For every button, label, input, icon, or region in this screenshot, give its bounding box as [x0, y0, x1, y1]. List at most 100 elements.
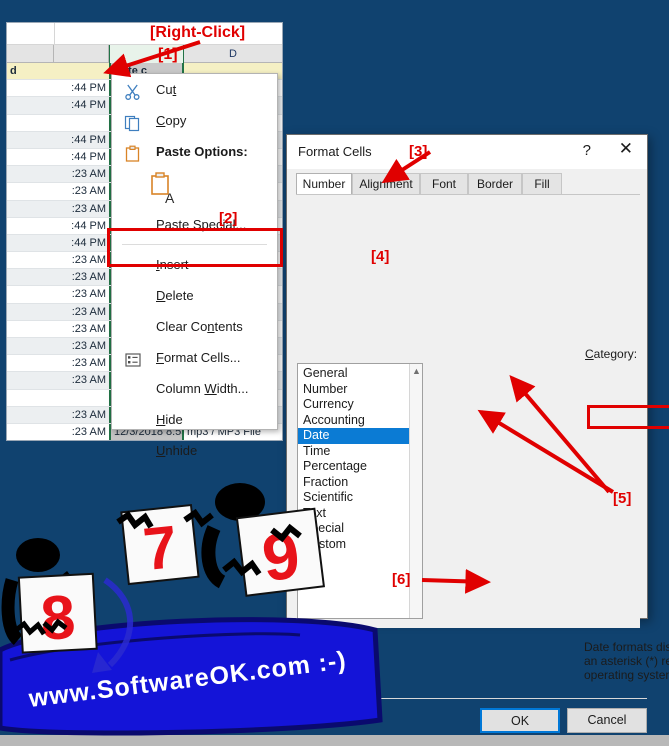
menu-item-unhide-label: Unhide: [156, 443, 198, 458]
cell-b[interactable]: :23 AM: [54, 269, 109, 285]
description-line: an asterisk (*) respond to changes in re…: [584, 654, 669, 668]
column-header-row: D: [7, 45, 282, 63]
column-header-b[interactable]: [54, 45, 109, 63]
category-item[interactable]: Number: [298, 382, 422, 398]
cell-a[interactable]: [7, 424, 54, 440]
menu-item-hide[interactable]: Hide: [112, 404, 277, 435]
cell-a[interactable]: [7, 166, 54, 182]
callout-6: [6]: [392, 571, 411, 588]
tab-alignment[interactable]: Alignment: [352, 173, 420, 195]
category-item[interactable]: Time: [298, 444, 422, 460]
tab-number[interactable]: Number: [296, 173, 352, 195]
menu-item-format-cells[interactable]: Format Cells...: [112, 342, 277, 373]
callout-1: [1]: [158, 46, 178, 63]
category-item[interactable]: Currency: [298, 397, 422, 413]
cancel-button[interactable]: Cancel: [567, 708, 647, 733]
cell-b[interactable]: :23 AM: [54, 355, 109, 371]
cell-b[interactable]: :44 PM: [54, 80, 109, 96]
cell-a[interactable]: [7, 115, 54, 131]
category-item[interactable]: General: [298, 366, 422, 382]
cell-a[interactable]: [7, 304, 54, 320]
screen-root: D d Date c :44 PM12/3/20:44 PM12/3/20:44…: [0, 0, 669, 746]
cell-b[interactable]: :23 AM: [54, 304, 109, 320]
number-card: 9: [235, 507, 325, 597]
cell-b[interactable]: :44 PM: [54, 235, 109, 251]
cell-a[interactable]: [7, 321, 54, 337]
cell-b[interactable]: :23 AM: [54, 201, 109, 217]
cell-a[interactable]: [7, 286, 54, 302]
callout-5: [5]: [613, 490, 632, 507]
category-item[interactable]: Date: [298, 428, 422, 444]
close-icon[interactable]: ✕: [619, 141, 633, 158]
dialog-tab-strip[interactable]: Number Alignment Font Border Fill: [296, 173, 640, 195]
cell-b[interactable]: :23 AM: [54, 338, 109, 354]
cell-a[interactable]: [7, 338, 54, 354]
cell-b[interactable]: :23 AM: [54, 183, 109, 199]
cell-b[interactable]: :44 PM: [54, 97, 109, 113]
menu-item-column-width-label: Column Width...: [156, 381, 249, 396]
paste-values-a-icon[interactable]: A: [150, 171, 180, 206]
cell-a[interactable]: [7, 372, 54, 388]
dialog-title: Format Cells: [298, 144, 372, 159]
menu-item-hide-label: Hide: [156, 412, 183, 427]
cell-a[interactable]: [7, 149, 54, 165]
format-cells-highlight-box: [107, 228, 283, 267]
cell-a[interactable]: [7, 252, 54, 268]
cell-b[interactable]: :23 AM: [54, 166, 109, 182]
menu-item-paste-options: Paste Options:: [112, 136, 277, 167]
cell-b[interactable]: :44 PM: [54, 132, 109, 148]
stick-figure-head: [16, 538, 60, 572]
category-item[interactable]: Accounting: [298, 413, 422, 429]
cell-b[interactable]: :44 PM: [54, 218, 109, 234]
cell-b[interactable]: [54, 390, 109, 406]
cell-a[interactable]: [7, 132, 54, 148]
callout-3: [3]: [409, 143, 428, 160]
menu-item-unhide[interactable]: Unhide: [112, 435, 277, 466]
tab-fill[interactable]: Fill: [522, 173, 562, 195]
cell-a-header: d: [10, 65, 17, 77]
cell-a[interactable]: [7, 390, 54, 406]
paste-options-row[interactable]: A: [112, 167, 277, 209]
number-card: 8: [17, 572, 98, 654]
cell-b[interactable]: :44 PM: [54, 149, 109, 165]
cell-a[interactable]: [7, 269, 54, 285]
clipboard-icon: [124, 143, 142, 162]
cell-b[interactable]: :23 AM: [54, 407, 109, 423]
cell-b[interactable]: :23 AM: [54, 424, 109, 440]
cell-a[interactable]: [7, 407, 54, 423]
cell-b[interactable]: :23 AM: [54, 286, 109, 302]
dialog-title-bar[interactable]: Format Cells ? ✕: [287, 135, 647, 169]
menu-item-cut-label: Cut: [156, 82, 177, 97]
cell-a[interactable]: [7, 355, 54, 371]
column-header-d[interactable]: D: [184, 45, 282, 63]
menu-item-column-width[interactable]: Column Width...: [112, 373, 277, 404]
menu-item-clear-contents[interactable]: Clear Contents: [112, 311, 277, 342]
format-cells-icon: [124, 349, 142, 367]
tab-font[interactable]: Font: [420, 173, 468, 195]
menu-item-delete-label: Delete: [156, 288, 194, 303]
menu-item-format-cells-label: Format Cells...: [156, 350, 241, 365]
column-header-a[interactable]: [7, 45, 54, 63]
cell-a[interactable]: [7, 80, 54, 96]
copy-icon: [124, 112, 142, 131]
chevron-up-icon[interactable]: ▲: [412, 366, 421, 376]
menu-item-delete[interactable]: Delete: [112, 280, 277, 311]
cell-b[interactable]: :23 AM: [54, 372, 109, 388]
cell-a[interactable]: [7, 218, 54, 234]
callout-2: [2]: [219, 210, 238, 227]
help-icon[interactable]: ?: [583, 142, 591, 159]
scissors-icon: [124, 81, 142, 100]
cell-b[interactable]: [54, 115, 109, 131]
cell-a[interactable]: [7, 201, 54, 217]
ok-button[interactable]: OK: [480, 708, 560, 733]
cell-a[interactable]: [7, 97, 54, 113]
description-line: Date formats display date and time seria…: [584, 640, 669, 654]
cell-a[interactable]: [7, 235, 54, 251]
cell-b[interactable]: :23 AM: [54, 252, 109, 268]
cell-a[interactable]: [7, 183, 54, 199]
menu-item-cut[interactable]: Cut: [112, 74, 277, 105]
dialog-description: Date formats display date and time seria…: [584, 640, 669, 682]
cell-b[interactable]: :23 AM: [54, 321, 109, 337]
tab-border[interactable]: Border: [468, 173, 522, 195]
menu-item-copy[interactable]: Copy: [112, 105, 277, 136]
